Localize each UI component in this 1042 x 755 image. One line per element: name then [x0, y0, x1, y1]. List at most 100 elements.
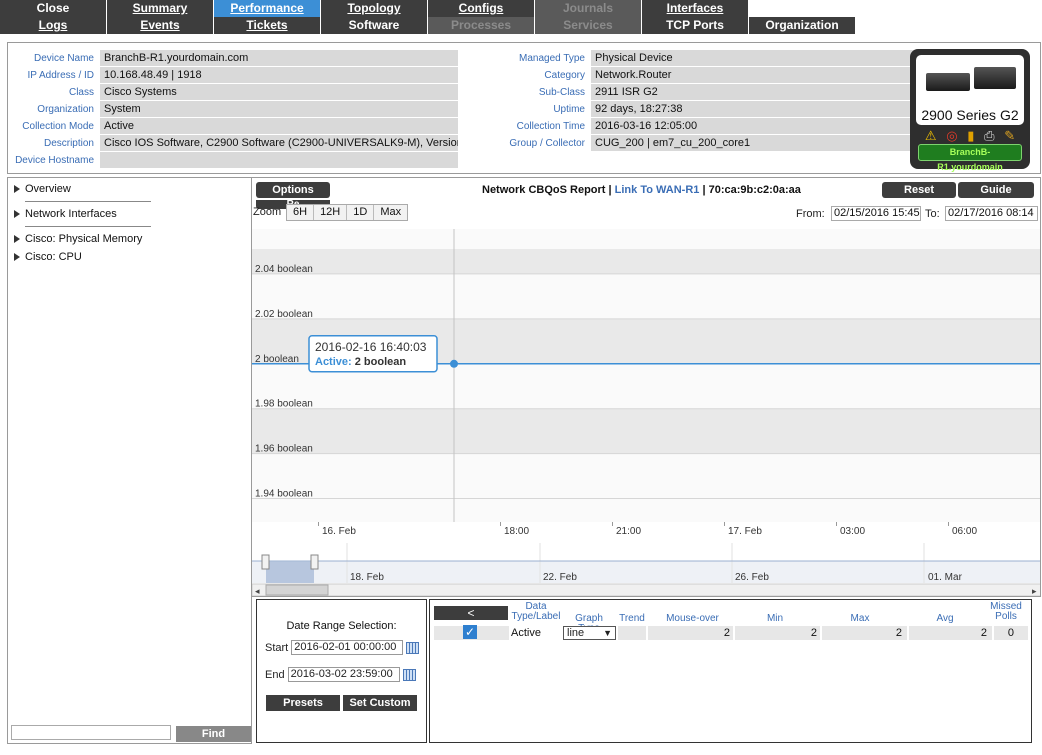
header-avg: Avg: [936, 613, 954, 624]
sidebar-item-physical-memory[interactable]: Cisco: Physical Memory: [14, 233, 142, 245]
navigator-scrollbar[interactable]: [252, 583, 1041, 596]
tooltip-series-value: 2 boolean: [355, 356, 407, 368]
chart-panel: Options Re Network CBQoS Report | Link T…: [251, 177, 1041, 597]
tab-events[interactable]: Events: [107, 17, 213, 34]
presets-button[interactable]: Presets: [266, 695, 340, 711]
tab-configs[interactable]: Configs: [428, 0, 534, 17]
sidebar-item-overview[interactable]: Overview: [14, 183, 71, 195]
row-label: Active: [511, 627, 541, 639]
tab-journals: Journals: [535, 0, 641, 17]
lifebuoy-icon[interactable]: ◎: [946, 128, 957, 144]
router-image: [974, 67, 1016, 89]
end-date-input[interactable]: 2016-03-02 23:59:00: [287, 667, 400, 682]
device-field-value: 10.168.48.49 | 1918: [100, 67, 458, 83]
header-mouse-over: Mouse-over: [666, 613, 719, 624]
tab-logs[interactable]: Logs: [0, 17, 106, 34]
device-info-panel: Device Name BranchB-R1.yourdomain.com IP A…: [7, 42, 1041, 174]
start-date-input[interactable]: 2016-02-01 00:00:00: [291, 640, 404, 655]
tab-organization[interactable]: Organization: [749, 17, 855, 34]
navigator-selection[interactable]: [266, 561, 314, 583]
range-1d-button[interactable]: 1D: [347, 205, 375, 220]
mouse-over-value: 2: [723, 627, 730, 639]
warning-icon[interactable]: ⚠: [925, 128, 937, 144]
sidebar-divider: [25, 201, 151, 202]
reset-button[interactable]: Reset: [882, 182, 956, 198]
tab-summary[interactable]: Summary: [107, 0, 213, 17]
scroll-right-arrow-icon[interactable]: ▸: [1032, 587, 1037, 597]
device-field-row: Device Name BranchB-R1.yourdomain.com: [8, 50, 458, 66]
from-date-input[interactable]: 02/15/2016 15:45: [831, 206, 921, 221]
router-image: [926, 73, 970, 91]
header-max: Max: [850, 613, 870, 624]
x-tick-label: 18:00: [504, 526, 530, 537]
series-checkbox[interactable]: ✓: [463, 625, 477, 639]
device-field-row: Sub-Class 2911 ISR G2: [453, 84, 946, 100]
options-button[interactable]: Options: [256, 182, 330, 198]
device-field-label: Device Hostname: [15, 154, 94, 166]
device-hostname-badge[interactable]: BranchB-R1.yourdomain: [918, 144, 1022, 172]
device-field-row: Group / Collector CUG_200 | em7_cu_200_co…: [453, 135, 946, 151]
find-button[interactable]: Find: [176, 726, 251, 742]
header-data-type: Data Type/Label: [511, 601, 561, 622]
printer-icon[interactable]: ⎙: [984, 128, 994, 144]
tab-label: Organization: [765, 18, 839, 32]
device-field-label: Collection Mode: [22, 120, 94, 132]
tab-performance[interactable]: Performance: [214, 0, 320, 17]
set-custom-button[interactable]: Set Custom: [343, 695, 417, 711]
chart-plot[interactable]: 1.94 boolean 1.96 boolean 1.98 boolean 2 bo…: [252, 229, 1041, 522]
sidebar-item-network-interfaces[interactable]: Network Interfaces: [14, 208, 117, 220]
range-max-button[interactable]: Max: [374, 205, 407, 220]
header-trend: Trend: [619, 613, 645, 624]
tab-tickets[interactable]: Tickets: [214, 17, 320, 34]
tooltip-series-name: Active:: [315, 356, 355, 368]
navigator-tick-label: 01. Mar: [928, 572, 963, 583]
range-12h-button[interactable]: 12H: [314, 205, 348, 220]
report-title-link[interactable]: Link To WAN-R1: [615, 184, 700, 196]
wrench-icon[interactable]: ✎: [1004, 128, 1015, 144]
device-field-row: Managed Type Physical Device: [453, 50, 946, 66]
tab-label: Interfaces: [666, 1, 724, 15]
x-tick-label: 16. Feb: [322, 526, 356, 537]
tab-interfaces[interactable]: Interfaces: [642, 0, 748, 17]
tab-tcp-ports[interactable]: TCP Ports: [642, 17, 748, 34]
x-tick-mark: [948, 522, 949, 526]
y-tick-label: 1.98 boolean: [255, 399, 313, 410]
x-tick-label: 06:00: [952, 526, 978, 537]
header-min: Min: [766, 613, 784, 624]
calendar-icon[interactable]: [406, 641, 420, 654]
device-card: 2900 Series G2 ⚠ ◎ ▮ ⎙ ✎ BranchB-R1.your…: [910, 49, 1030, 172]
zoom-range-group: 6H 12H 1D Max: [286, 204, 409, 221]
device-field-value: CUG_200 | em7_cu_200_core1: [591, 135, 946, 151]
date-range-panel: Date Range Selection: Start 2016-02-01 0…: [256, 599, 427, 743]
device-toolbar: ⚠ ◎ ▮ ⎙ ✎: [920, 128, 1020, 144]
chart-navigator[interactable]: 18. Feb 22. Feb 26. Feb 01. Mar ◂ ▸: [252, 543, 1041, 597]
end-label: End: [265, 668, 285, 681]
tab-software[interactable]: Software: [321, 17, 427, 34]
device-field-value: [100, 152, 458, 168]
range-6h-button[interactable]: 6H: [287, 205, 315, 220]
device-field-value: Physical Device: [591, 50, 946, 66]
to-date-input[interactable]: 02/17/2016 08:14: [945, 206, 1038, 221]
tab-close[interactable]: Close: [0, 0, 106, 17]
navigator-handle-right[interactable]: [310, 554, 319, 570]
guide-button[interactable]: Guide: [958, 182, 1034, 198]
min-value: 2: [810, 627, 817, 639]
device-field-row: Class Cisco Systems: [8, 84, 458, 100]
scrollbar-thumb[interactable]: [265, 584, 329, 596]
device-field-value: Network.Router: [591, 67, 946, 83]
graph-type-select[interactable]: line ▼: [563, 626, 616, 640]
device-model: 2900 Series G2: [921, 107, 1019, 123]
tab-label: TCP Ports: [666, 18, 724, 32]
series-point-active[interactable]: [450, 359, 458, 368]
tab-label: Events: [140, 18, 180, 32]
calendar-icon[interactable]: [402, 668, 416, 681]
navigator-handle-left[interactable]: [261, 554, 270, 570]
signal-bars-icon[interactable]: ▮: [967, 128, 974, 144]
device-field-row: Device Hostname: [8, 152, 458, 168]
sidebar-item-cpu[interactable]: Cisco: CPU: [14, 251, 82, 263]
scroll-left-arrow-icon[interactable]: ◂: [255, 587, 260, 597]
find-input[interactable]: [11, 725, 171, 740]
previous-button[interactable]: <: [434, 606, 508, 620]
plot-band: [252, 249, 1040, 274]
tab-topology[interactable]: Topology: [321, 0, 427, 17]
